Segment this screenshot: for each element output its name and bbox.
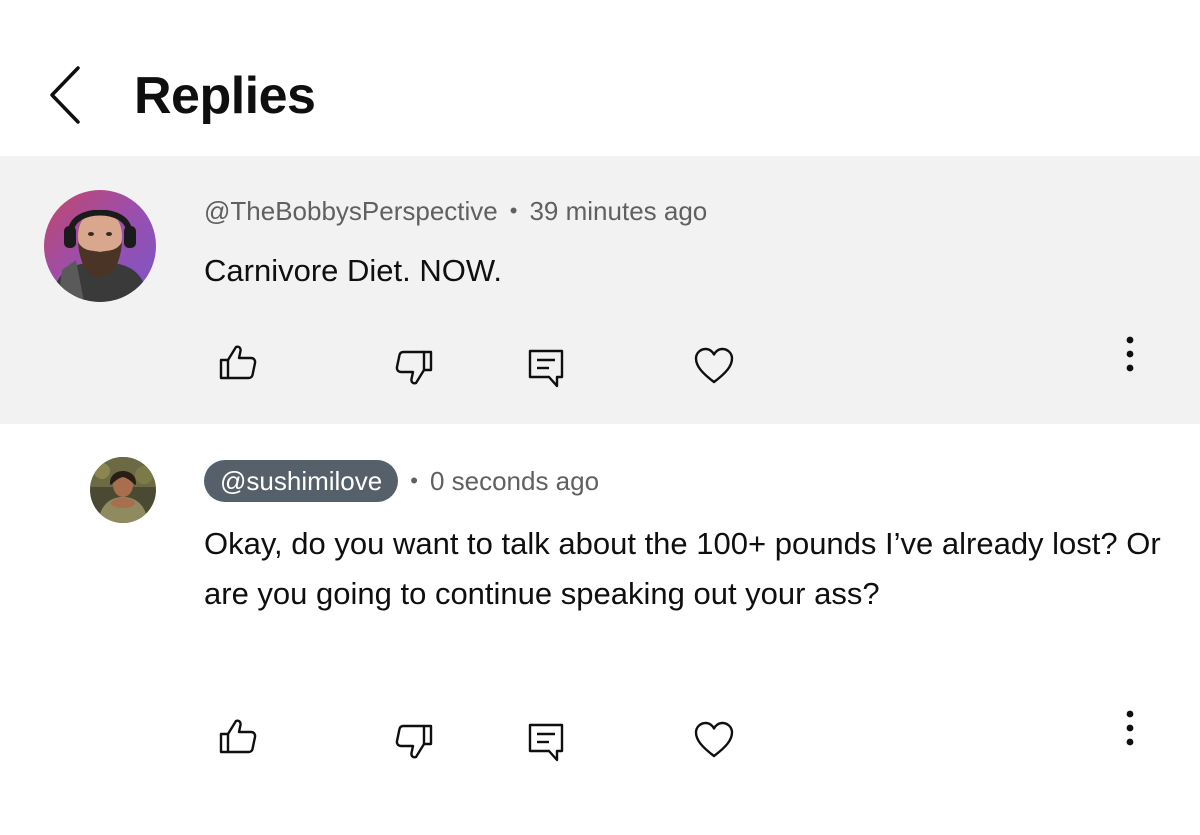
comment-meta: @sushimilove • 0 seconds ago xyxy=(204,460,600,502)
more-options-button[interactable] xyxy=(1100,324,1160,384)
reply-button[interactable] xyxy=(516,338,576,398)
thumbs-up-icon xyxy=(219,345,257,380)
reply-icon xyxy=(528,349,564,388)
comment-meta: @TheBobbysPerspective • 39 minutes ago xyxy=(204,191,707,231)
reply-button[interactable] xyxy=(516,712,576,772)
comment-author[interactable]: @sushimilove xyxy=(204,460,399,502)
back-button[interactable] xyxy=(40,62,90,128)
reply-icon xyxy=(528,723,564,762)
heart-button[interactable] xyxy=(684,710,744,770)
meta-separator: • xyxy=(410,468,418,493)
meta-separator: • xyxy=(509,198,518,223)
parent-comment: @TheBobbysPerspective • 39 minutes ago C… xyxy=(0,156,1200,424)
dislike-button[interactable] xyxy=(384,338,444,398)
reply-comment: @sushimilove • 0 seconds ago Okay, do yo… xyxy=(0,424,1200,835)
comment-timestamp: 39 minutes ago xyxy=(529,195,708,226)
page-title: Replies xyxy=(134,67,316,125)
comment-actions xyxy=(0,332,1200,392)
avatar-image xyxy=(44,190,156,302)
heart-icon xyxy=(694,347,734,384)
heart-button[interactable] xyxy=(684,336,744,396)
dislike-button[interactable] xyxy=(384,712,444,772)
like-button[interactable] xyxy=(208,706,268,766)
avatar-image xyxy=(90,457,156,523)
more-vertical-icon xyxy=(1126,710,1134,746)
comment-text: Okay, do you want to talk about the 100+… xyxy=(204,526,1161,611)
avatar[interactable] xyxy=(44,190,156,302)
comment-timestamp: 0 seconds ago xyxy=(429,465,600,496)
more-options-button[interactable] xyxy=(1100,698,1160,758)
more-vertical-icon xyxy=(1126,336,1134,372)
app-header: Replies xyxy=(0,0,1200,156)
thumbs-up-icon xyxy=(219,719,257,754)
comment-actions xyxy=(0,706,1200,766)
thumbs-down-icon xyxy=(395,724,433,759)
comment-author[interactable]: @TheBobbysPerspective xyxy=(204,196,498,227)
avatar[interactable] xyxy=(90,457,156,523)
thumbs-down-icon xyxy=(395,350,433,385)
like-button[interactable] xyxy=(208,332,268,392)
chevron-left-icon xyxy=(50,66,80,124)
comment-text: Carnivore Diet. NOW. xyxy=(204,253,503,288)
heart-icon xyxy=(694,721,734,758)
